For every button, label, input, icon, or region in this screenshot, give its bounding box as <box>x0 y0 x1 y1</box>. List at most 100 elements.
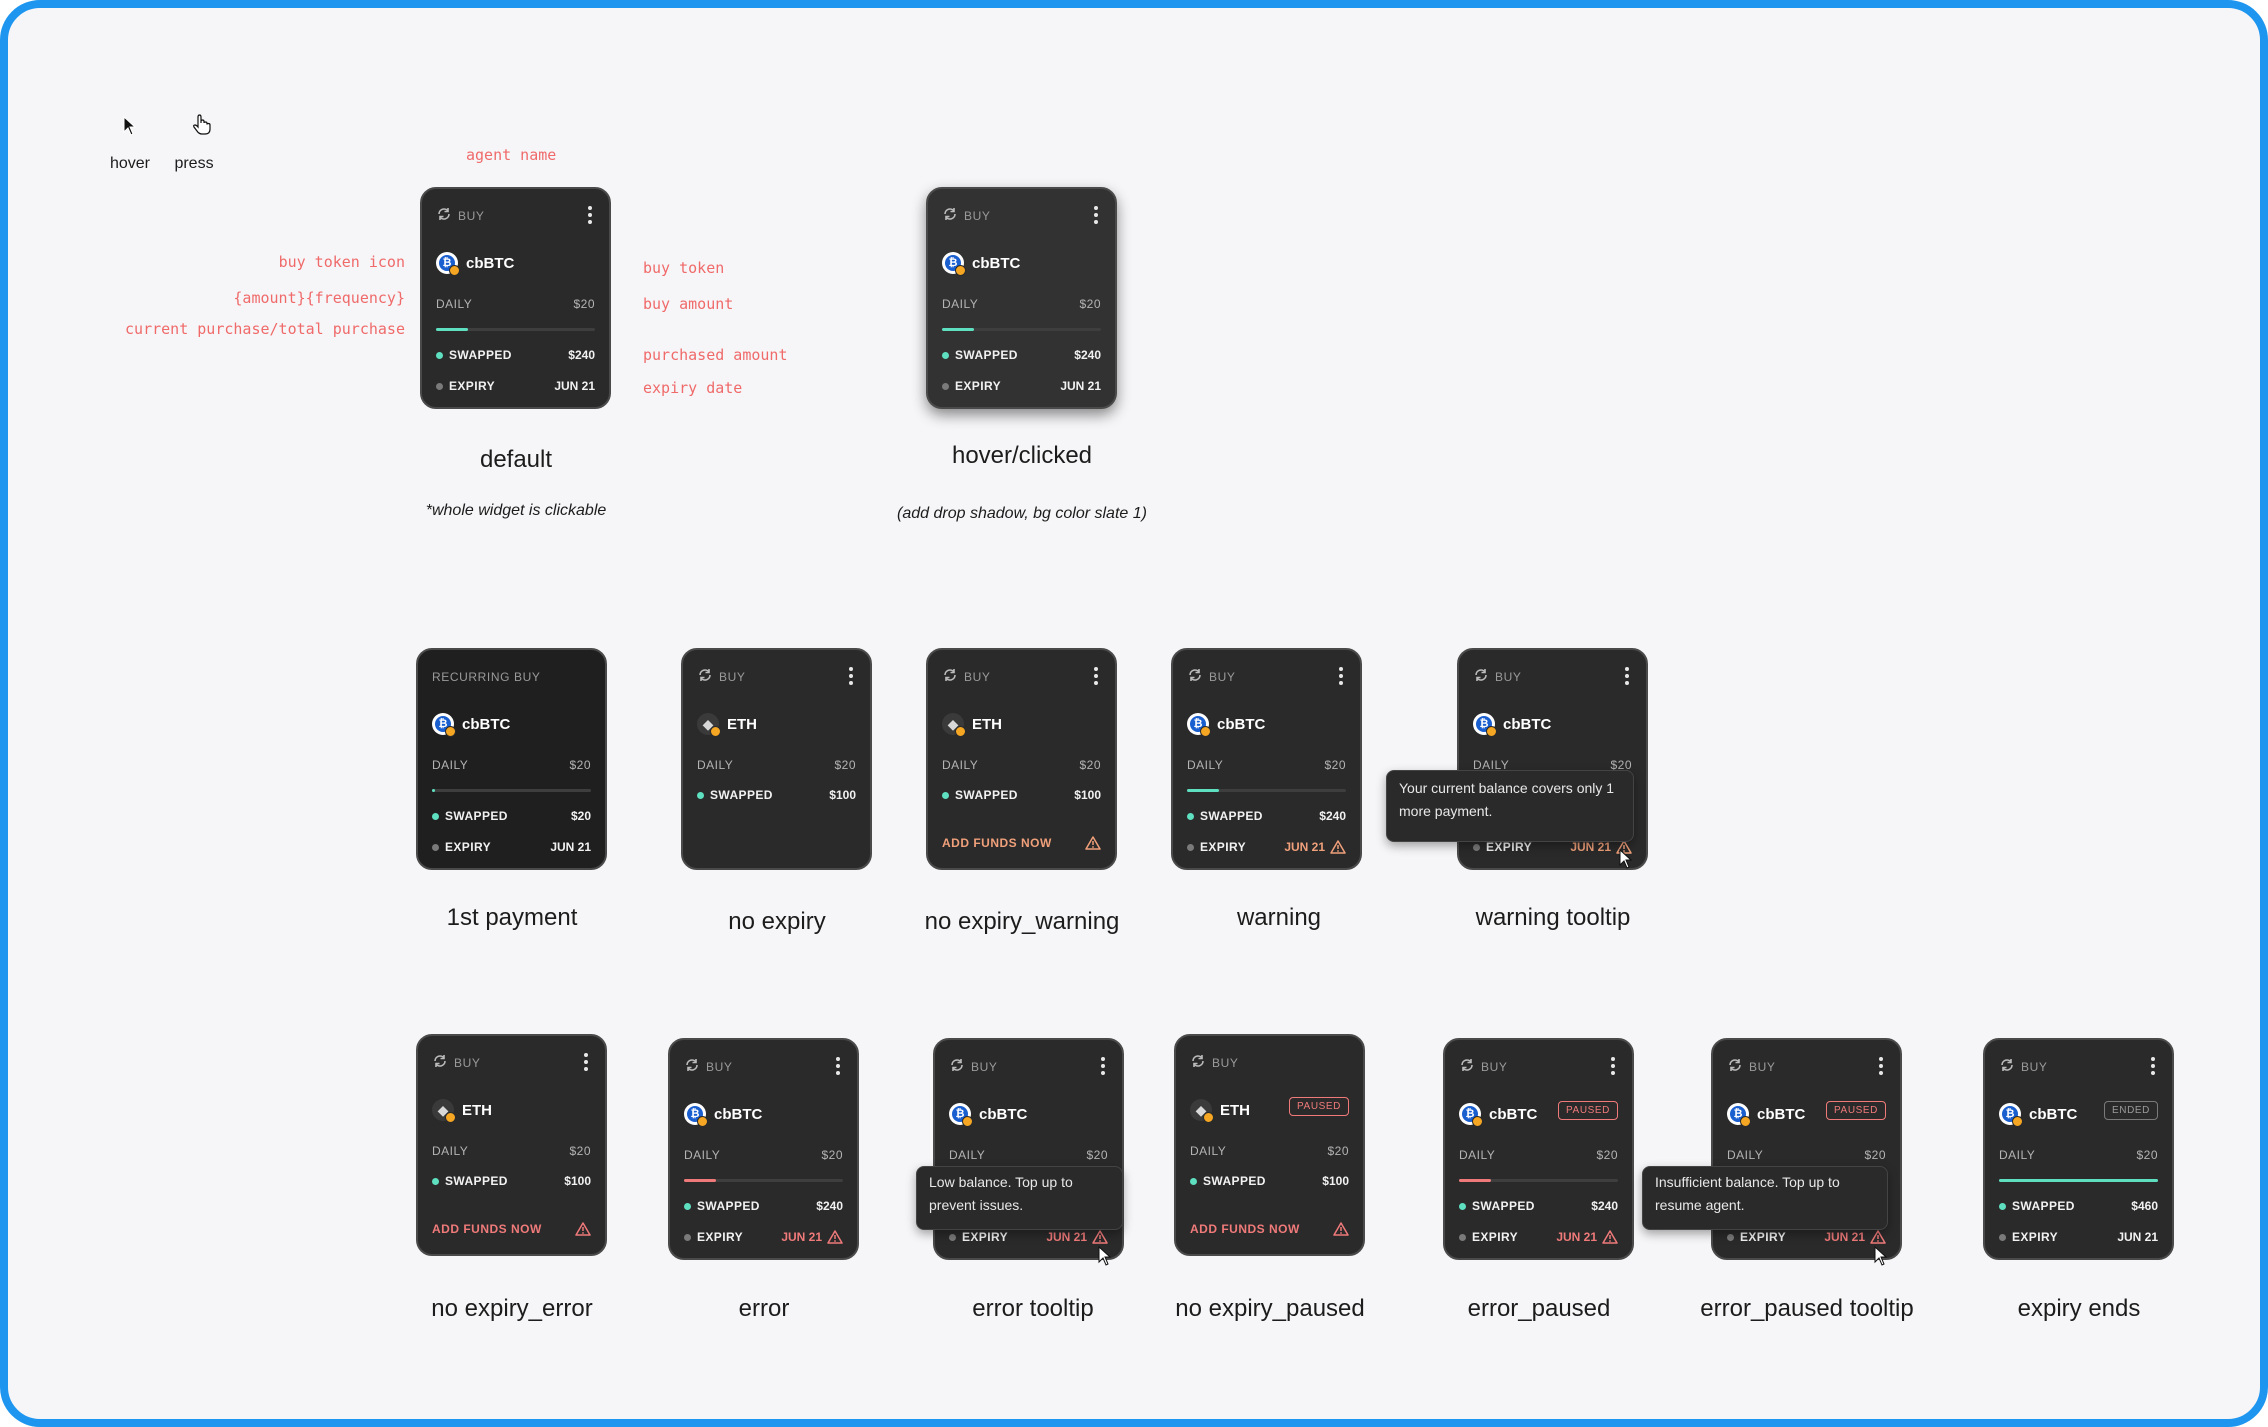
more-vertical-icon[interactable] <box>1089 202 1103 228</box>
swapped-label: SWAPPED <box>697 1199 760 1213</box>
expiry-date: JUN 21 <box>1060 379 1101 393</box>
more-vertical-icon[interactable] <box>1334 663 1348 689</box>
eth-token-icon: ◆ <box>1190 1099 1214 1123</box>
canvas-frame: hover press agent name buy token icon {a… <box>0 0 2268 1427</box>
annotation-progress: current purchase/total purchase <box>125 320 405 338</box>
frequency: DAILY <box>432 758 469 772</box>
expiry-label: EXPIRY <box>1472 1230 1518 1244</box>
swapped-amount: $100 <box>829 788 856 802</box>
cbbtc-token-icon: ₿ <box>1473 713 1497 737</box>
more-vertical-icon[interactable] <box>1620 663 1634 689</box>
cbbtc-token-icon: ₿ <box>1459 1103 1483 1127</box>
annotation-agent-name: agent name <box>466 146 557 164</box>
expiry-date: JUN 21 <box>550 840 591 854</box>
cbbtc-token-icon: ₿ <box>1727 1103 1751 1127</box>
expiry-label: EXPIRY <box>1486 840 1532 854</box>
state-label-no-expiry-error: no expiry_error <box>431 1295 593 1322</box>
more-vertical-icon[interactable] <box>1096 1053 1110 1079</box>
buy-amount: $20 <box>1079 297 1101 311</box>
cbbtc-token-icon: ₿ <box>432 713 456 737</box>
agent-card-expiry-ends[interactable]: BUY ₿ cbBTC ENDED DAILY $20 SWAPPED $460 EX… <box>1983 1038 2174 1260</box>
error-paused-tooltip: Insufficient balance. Top up to resume a… <box>1642 1166 1888 1230</box>
more-vertical-icon[interactable] <box>844 663 858 689</box>
more-vertical-icon[interactable] <box>1089 663 1103 689</box>
ended-badge: ENDED <box>2103 1101 2158 1120</box>
agent-name: RECURRING BUY <box>432 670 541 684</box>
token-name: cbBTC <box>1489 1105 1538 1123</box>
agent-card-default[interactable]: BUY ₿ cbBTC DAILY $20 SWAPPED $240 EXPIRY JU… <box>420 187 611 409</box>
token-name: ETH <box>727 715 757 733</box>
token-name: cbBTC <box>714 1105 763 1123</box>
expiry-label: EXPIRY <box>449 379 495 393</box>
frequency: DAILY <box>1187 758 1224 772</box>
agent-name: BUY <box>964 670 991 684</box>
agent-card-no-expiry[interactable]: BUY ◆ ETH DAILY $20 SWAPPED $100 <box>681 648 872 870</box>
expiry-date: JUN 21 <box>1284 840 1325 854</box>
purchase-progress-bar <box>942 328 1101 331</box>
purchase-progress-bar <box>432 789 591 792</box>
agent-card-error[interactable]: BUY ₿ cbBTC DAILY $20 SWAPPED $240 EXPIRY JU… <box>668 1038 859 1260</box>
state-label-expiry-ends: expiry ends <box>2017 1295 2141 1322</box>
state-label-hover: hover/clicked <box>951 442 1093 469</box>
recurring-icon <box>942 667 958 688</box>
more-vertical-icon[interactable] <box>2146 1053 2160 1079</box>
agent-card-first-payment[interactable]: RECURRING BUY ₿ cbBTC DAILY $20 SWAPPED $20… <box>416 648 607 870</box>
frequency: DAILY <box>1459 1148 1496 1162</box>
swapped-amount: $240 <box>1591 1199 1618 1213</box>
more-vertical-icon[interactable] <box>1874 1053 1888 1079</box>
note-hover: (add drop shadow, bg color slate 1) <box>897 505 1147 522</box>
arrow-cursor-icon <box>1098 1246 1112 1266</box>
state-label-warning-tooltip: warning tooltip <box>1475 904 1631 931</box>
swapped-label: SWAPPED <box>1200 809 1263 823</box>
purchase-progress-bar <box>1999 1179 2158 1182</box>
swapped-amount: $240 <box>568 348 595 362</box>
warning-triangle-icon[interactable] <box>827 1230 843 1244</box>
frequency: DAILY <box>436 297 473 311</box>
more-vertical-icon[interactable] <box>1606 1053 1620 1079</box>
add-funds-link[interactable]: ADD FUNDS NOW <box>432 1222 591 1236</box>
expiry-date: JUN 21 <box>554 379 595 393</box>
state-label-error-paused: error_paused <box>1467 1295 1611 1322</box>
token-name: cbBTC <box>972 254 1021 272</box>
warning-tooltip: Your current balance covers only 1 more … <box>1386 770 1634 842</box>
cbbtc-token-icon: ₿ <box>942 252 966 276</box>
annotation-expiry-date: expiry date <box>643 379 743 397</box>
more-vertical-icon[interactable] <box>831 1053 845 1079</box>
warning-triangle-icon[interactable] <box>1092 1230 1108 1244</box>
buy-amount: $20 <box>1864 1148 1886 1162</box>
warning-triangle-icon[interactable] <box>1870 1230 1886 1244</box>
expiry-label: EXPIRY <box>1200 840 1246 854</box>
add-funds-link[interactable]: ADD FUNDS NOW <box>1190 1222 1349 1236</box>
state-label-error-paused-tooltip: error_paused tooltip <box>1700 1295 1914 1322</box>
more-vertical-icon[interactable] <box>583 202 597 228</box>
add-funds-link[interactable]: ADD FUNDS NOW <box>942 836 1101 850</box>
eth-token-icon: ◆ <box>697 713 721 737</box>
agent-name: BUY <box>1209 670 1236 684</box>
state-label-warning: warning <box>1236 904 1322 931</box>
swapped-amount: $100 <box>564 1174 591 1188</box>
agent-card-no-expiry-paused[interactable]: BUY ◆ ETH PAUSED DAILY $20 SWAPPED $100 ADD… <box>1174 1034 1365 1256</box>
cbbtc-token-icon: ₿ <box>1999 1103 2023 1127</box>
error-tooltip: Low balance. Top up to prevent issues. <box>916 1166 1123 1230</box>
frequency: DAILY <box>684 1148 721 1162</box>
token-name: cbBTC <box>979 1105 1028 1123</box>
warning-triangle-icon[interactable] <box>1330 840 1346 854</box>
agent-card-no-expiry-warning[interactable]: BUY ◆ ETH DAILY $20 SWAPPED $100 ADD FUNDS … <box>926 648 1117 870</box>
agent-card-no-expiry-error[interactable]: BUY ◆ ETH DAILY $20 SWAPPED $100 ADD FUNDS … <box>416 1034 607 1256</box>
agent-card-error-paused[interactable]: BUY ₿ cbBTC PAUSED DAILY $20 SWAPPED $240 E… <box>1443 1038 1634 1260</box>
buy-amount: $20 <box>573 297 595 311</box>
swapped-amount: $100 <box>1074 788 1101 802</box>
frequency: DAILY <box>432 1144 469 1158</box>
warning-triangle-icon[interactable] <box>1602 1230 1618 1244</box>
frequency: DAILY <box>942 297 979 311</box>
swapped-amount: $240 <box>1074 348 1101 362</box>
cbbtc-token-icon: ₿ <box>684 1103 708 1127</box>
more-vertical-icon[interactable] <box>579 1049 593 1075</box>
state-label-no-expiry: no expiry <box>728 908 826 935</box>
agent-card-warning[interactable]: BUY ₿ cbBTC DAILY $20 SWAPPED $240 EXPIRY JU… <box>1171 648 1362 870</box>
recurring-icon <box>1459 1057 1475 1078</box>
arrow-cursor-icon <box>123 116 137 136</box>
expiry-date: JUN 21 <box>1556 1230 1597 1244</box>
annotation-buy-amount: buy amount <box>643 295 734 313</box>
agent-card-hover[interactable]: BUY ₿ cbBTC DAILY $20 SWAPPED $240 EXPIRY JU… <box>926 187 1117 409</box>
